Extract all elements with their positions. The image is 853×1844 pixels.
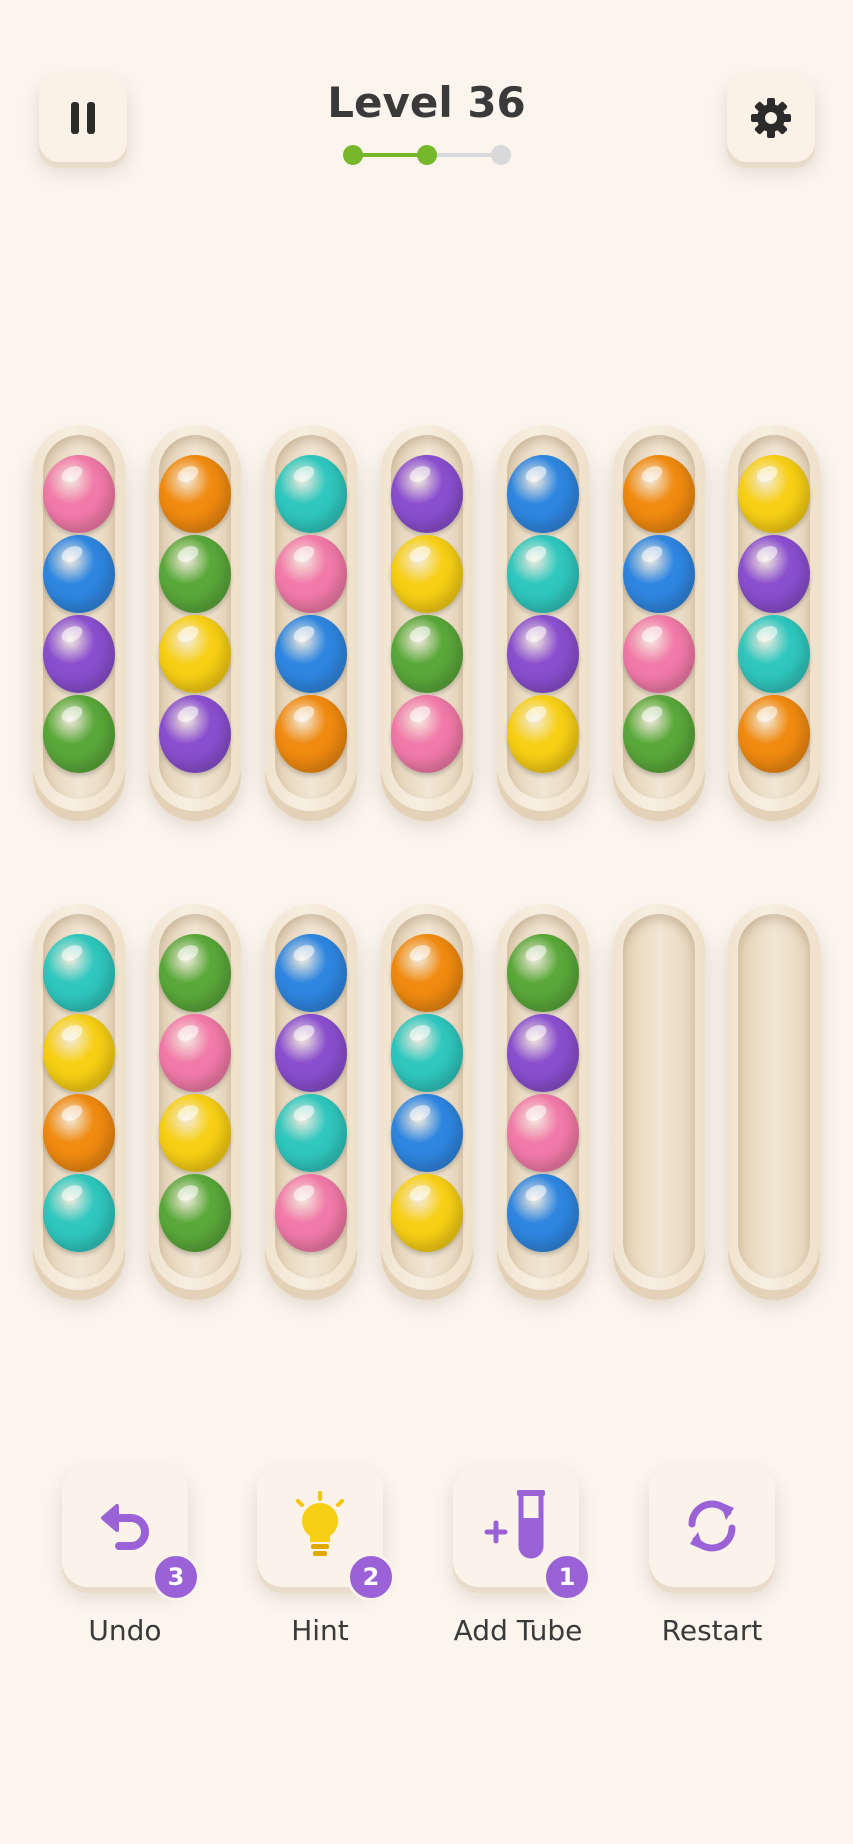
tube[interactable]	[497, 425, 589, 811]
ball-orange	[275, 695, 347, 773]
tube-cavity	[275, 914, 347, 1278]
ball-green	[623, 695, 695, 773]
ball-pink	[159, 1014, 231, 1092]
tube-cavity	[623, 914, 695, 1278]
tube[interactable]	[149, 425, 241, 811]
tube-cavity	[623, 435, 695, 799]
ball-orange	[391, 934, 463, 1012]
ball-purple	[391, 455, 463, 533]
ball-yellow	[391, 535, 463, 613]
tube[interactable]	[265, 904, 357, 1290]
ball-yellow	[738, 455, 810, 533]
ball-yellow	[159, 615, 231, 693]
tube[interactable]	[728, 425, 820, 811]
add-tube-label: Add Tube	[453, 1614, 583, 1647]
ball-pink	[507, 1094, 579, 1172]
ball-green	[43, 695, 115, 773]
tube[interactable]	[33, 904, 125, 1290]
gear-icon	[751, 98, 791, 138]
ball-pink	[275, 535, 347, 613]
ball-teal	[507, 535, 579, 613]
progress-step-dot	[417, 145, 437, 165]
undo-label: Undo	[88, 1614, 162, 1647]
ball-blue	[275, 934, 347, 1012]
tube[interactable]	[613, 425, 705, 811]
ball-yellow	[507, 695, 579, 773]
ball-teal	[391, 1014, 463, 1092]
ball-blue	[391, 1094, 463, 1172]
ball-teal	[43, 1174, 115, 1252]
level-progress-indicator	[343, 145, 511, 165]
add-tube-button[interactable]: 1	[453, 1465, 591, 1601]
tube[interactable]	[381, 425, 473, 811]
ball-green	[159, 535, 231, 613]
tube-cavity	[159, 435, 231, 799]
ball-purple	[738, 535, 810, 613]
ball-green	[159, 934, 231, 1012]
undo-count-badge: 3	[152, 1553, 200, 1601]
ball-purple	[43, 615, 115, 693]
ball-purple	[507, 615, 579, 693]
restart-button[interactable]	[649, 1465, 775, 1587]
ball-blue	[275, 615, 347, 693]
ball-orange	[159, 455, 231, 533]
tube-cavity	[391, 914, 463, 1278]
ball-blue	[507, 1174, 579, 1252]
ball-teal	[738, 615, 810, 693]
ball-teal	[275, 455, 347, 533]
tube[interactable]	[33, 425, 125, 811]
tube-cavity	[43, 914, 115, 1278]
tube[interactable]	[265, 425, 357, 811]
tube[interactable]	[381, 904, 473, 1290]
tube-cavity	[391, 435, 463, 799]
tube-cavity	[738, 435, 810, 799]
ball-green	[507, 934, 579, 1012]
lightbulb-icon	[296, 1491, 344, 1556]
restart-icon	[688, 1500, 736, 1552]
level-title: Level 36	[327, 78, 526, 127]
ball-orange	[738, 695, 810, 773]
tube[interactable]	[728, 904, 820, 1290]
ball-blue	[507, 455, 579, 533]
ball-yellow	[43, 1014, 115, 1092]
ball-purple	[275, 1014, 347, 1092]
ball-teal	[275, 1094, 347, 1172]
hint-label: Hint	[291, 1614, 349, 1647]
ball-pink	[43, 455, 115, 533]
settings-button[interactable]	[727, 74, 815, 162]
ball-teal	[43, 934, 115, 1012]
ball-pink	[275, 1174, 347, 1252]
ball-yellow	[159, 1094, 231, 1172]
progress-step-dot	[491, 145, 511, 165]
ball-pink	[623, 615, 695, 693]
tube-cavity	[507, 435, 579, 799]
add-tube-icon	[484, 1490, 545, 1559]
ball-yellow	[391, 1174, 463, 1252]
ball-pink	[391, 695, 463, 773]
tube-cavity	[507, 914, 579, 1278]
add-tube-count-badge: 1	[543, 1553, 591, 1601]
ball-blue	[43, 535, 115, 613]
tube-cavity	[275, 435, 347, 799]
hint-button[interactable]: 2	[257, 1465, 395, 1601]
tube-cavity	[738, 914, 810, 1278]
undo-icon	[101, 1504, 149, 1550]
ball-green	[159, 1174, 231, 1252]
hint-count-badge: 2	[347, 1553, 395, 1601]
tube-cavity	[43, 435, 115, 799]
ball-orange	[43, 1094, 115, 1172]
tube-cavity	[159, 914, 231, 1278]
tube[interactable]	[149, 904, 241, 1290]
ball-green	[391, 615, 463, 693]
ball-blue	[623, 535, 695, 613]
progress-step-dot	[343, 145, 363, 165]
ball-purple	[507, 1014, 579, 1092]
ball-purple	[159, 695, 231, 773]
ball-orange	[623, 455, 695, 533]
tube[interactable]	[613, 904, 705, 1290]
undo-button[interactable]: 3	[62, 1465, 200, 1601]
restart-label: Restart	[661, 1614, 763, 1647]
tube[interactable]	[497, 904, 589, 1290]
